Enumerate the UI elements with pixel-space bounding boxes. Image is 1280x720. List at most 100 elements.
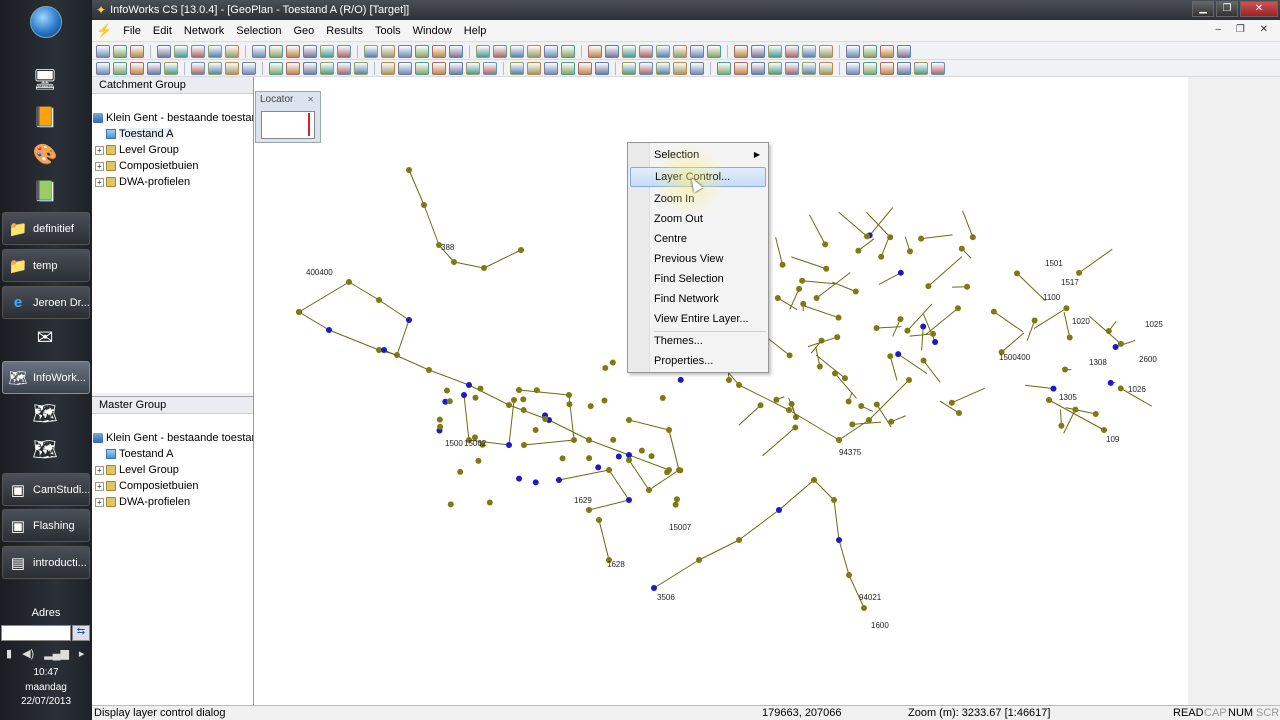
- pipe-link[interactable]: [816, 272, 851, 299]
- manhole-node[interactable]: [897, 316, 904, 323]
- menu-item-find-network[interactable]: Find Network: [630, 289, 766, 309]
- manhole-node[interactable]: [466, 382, 472, 388]
- manhole-node[interactable]: [918, 235, 925, 242]
- pipe-link[interactable]: [880, 237, 890, 257]
- manhole-node[interactable]: [836, 537, 842, 543]
- close-button[interactable]: ✕: [1240, 1, 1278, 17]
- menu-item-previous-view[interactable]: Previous View: [630, 249, 766, 269]
- toolbar-button-icon[interactable]: [734, 44, 748, 58]
- manhole-node[interactable]: [518, 247, 524, 253]
- manhole-node[interactable]: [897, 269, 904, 276]
- manhole-node[interactable]: [381, 347, 387, 353]
- manhole-node[interactable]: [861, 605, 867, 611]
- pipe-link[interactable]: [762, 427, 796, 457]
- toolbar-button-icon[interactable]: [449, 61, 463, 75]
- manhole-node[interactable]: [610, 436, 617, 443]
- pipe-link[interactable]: [1025, 384, 1054, 390]
- manhole-node[interactable]: [1046, 397, 1052, 403]
- toolbar-button-icon[interactable]: [785, 44, 799, 58]
- toolbar-button-icon[interactable]: [415, 61, 429, 75]
- manhole-node[interactable]: [447, 501, 454, 508]
- manhole-node[interactable]: [638, 447, 645, 454]
- pipe-link[interactable]: [298, 281, 350, 313]
- manhole-node[interactable]: [948, 399, 955, 406]
- manhole-node[interactable]: [443, 387, 450, 394]
- toolbar-button-icon[interactable]: [605, 44, 619, 58]
- manhole-node[interactable]: [779, 261, 786, 268]
- chevron-right-icon[interactable]: ▸: [79, 647, 85, 663]
- pipe-link[interactable]: [428, 369, 470, 386]
- taskbar-item-definitief[interactable]: 📁 definitief: [2, 212, 90, 245]
- pipe-link[interactable]: [848, 574, 865, 609]
- manhole-node[interactable]: [932, 339, 939, 346]
- pipe-link[interactable]: [588, 439, 630, 456]
- toolbar-button-icon[interactable]: [897, 44, 911, 58]
- manhole-node[interactable]: [813, 295, 820, 302]
- toolbar-button-icon[interactable]: [398, 44, 412, 58]
- pipe-link[interactable]: [889, 356, 898, 381]
- manhole-node[interactable]: [788, 401, 795, 408]
- menu-item-view-entire-layer[interactable]: View Entire Layer...: [630, 309, 766, 329]
- manhole-node[interactable]: [587, 403, 594, 410]
- toolbar-button-icon[interactable]: [897, 61, 911, 75]
- manhole-node[interactable]: [615, 453, 622, 460]
- pipe-link[interactable]: [921, 234, 953, 240]
- menu-help[interactable]: Help: [459, 25, 492, 37]
- manhole-node[interactable]: [516, 387, 522, 393]
- pipe-link[interactable]: [833, 499, 840, 541]
- pipe-link[interactable]: [838, 211, 868, 237]
- toolbar-button-icon[interactable]: [588, 44, 602, 58]
- toolbar-button-icon[interactable]: [863, 61, 877, 75]
- toolbar-button-icon[interactable]: [527, 61, 541, 75]
- toolbar-button-icon[interactable]: [337, 61, 351, 75]
- toolbar-button-icon[interactable]: [863, 44, 877, 58]
- manhole-node[interactable]: [326, 327, 332, 333]
- pipe-link[interactable]: [548, 419, 590, 441]
- manhole-node[interactable]: [906, 377, 912, 383]
- manhole-node[interactable]: [626, 417, 632, 423]
- pipe-link[interactable]: [1016, 272, 1046, 302]
- taskbar-item-temp[interactable]: 📁 temp: [2, 249, 90, 282]
- pipe-link[interactable]: [897, 353, 928, 374]
- pipe-link[interactable]: [518, 389, 570, 396]
- manhole-node[interactable]: [1058, 422, 1065, 429]
- pipe-link[interactable]: [909, 333, 934, 337]
- toolbar-button-icon[interactable]: [656, 44, 670, 58]
- manhole-node[interactable]: [1072, 406, 1079, 413]
- pipe-link[interactable]: [921, 326, 924, 351]
- manhole-node[interactable]: [969, 234, 976, 241]
- manhole-node[interactable]: [556, 477, 562, 483]
- toolbar-button-icon[interactable]: [286, 44, 300, 58]
- close-icon[interactable]: ✕: [307, 95, 314, 104]
- toolbar-button-icon[interactable]: [320, 44, 334, 58]
- pipe-link[interactable]: [876, 404, 892, 428]
- pipe-link[interactable]: [876, 326, 902, 329]
- pipe-link[interactable]: [328, 329, 380, 351]
- manhole-node[interactable]: [426, 367, 432, 373]
- go-button[interactable]: ⇆: [72, 625, 90, 641]
- toolbar-button-icon[interactable]: [113, 44, 127, 58]
- pipe-link[interactable]: [453, 261, 485, 269]
- toolbar-button-icon[interactable]: [561, 44, 575, 58]
- toolbar-button-icon[interactable]: [639, 44, 653, 58]
- toolbar-button-icon[interactable]: [466, 61, 480, 75]
- manhole-node[interactable]: [1076, 269, 1083, 276]
- manhole-node[interactable]: [1062, 366, 1069, 373]
- manhole-node[interactable]: [796, 285, 803, 292]
- manhole-node[interactable]: [757, 402, 764, 409]
- expand-icon[interactable]: +: [95, 465, 104, 475]
- toolbar-button-icon[interactable]: [303, 44, 317, 58]
- menu-item-centre[interactable]: Centre: [630, 229, 766, 249]
- manhole-node[interactable]: [596, 517, 602, 523]
- toolbar-button-icon[interactable]: [622, 61, 636, 75]
- manhole-node[interactable]: [887, 234, 894, 241]
- manhole-node[interactable]: [792, 424, 799, 431]
- manhole-node[interactable]: [773, 396, 780, 403]
- manhole-node[interactable]: [836, 437, 842, 443]
- manhole-node[interactable]: [626, 457, 632, 463]
- manhole-node[interactable]: [878, 253, 885, 260]
- taskbar-item-infoworks[interactable]: 🗺 InfoWork...: [2, 361, 90, 394]
- manhole-node[interactable]: [1112, 344, 1119, 351]
- toolbar-button-icon[interactable]: [191, 44, 205, 58]
- manhole-node[interactable]: [571, 437, 577, 443]
